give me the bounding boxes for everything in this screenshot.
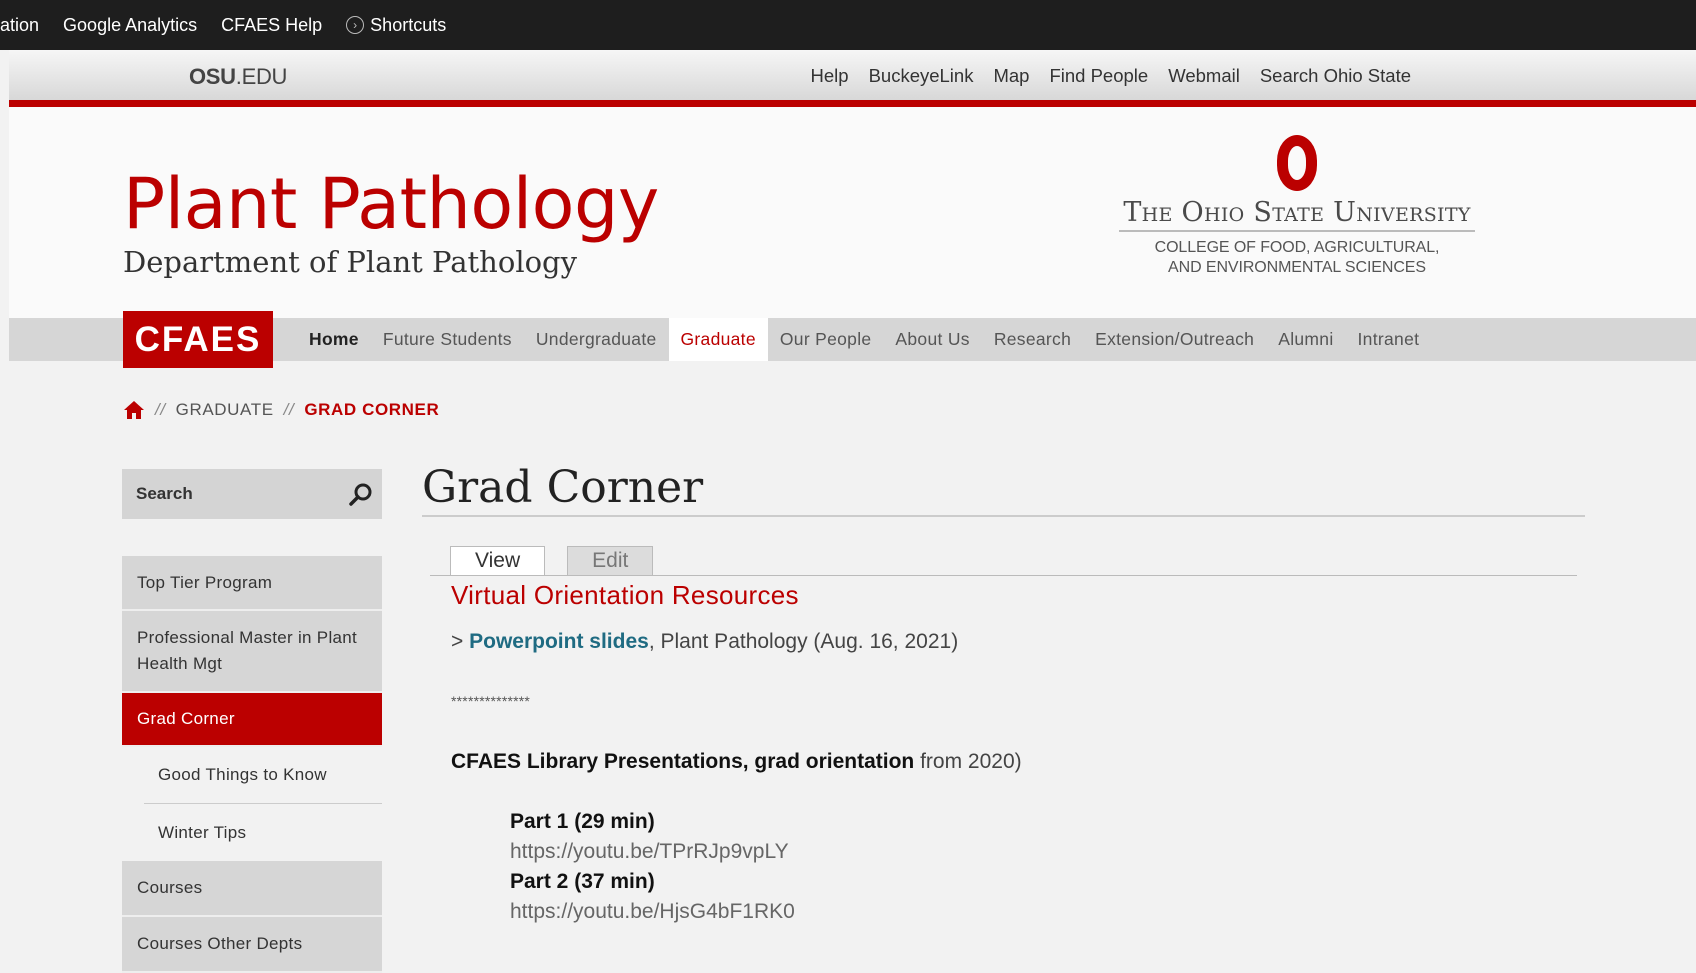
powerpoint-link[interactable]: Powerpoint slides (469, 630, 649, 653)
osu-link-find-people[interactable]: Find People (1049, 65, 1148, 87)
nav-item-extension-outreach[interactable]: Extension/Outreach (1083, 318, 1266, 361)
breadcrumb-separator: // (155, 400, 166, 419)
block-o-icon (1277, 135, 1317, 191)
library-suffix: from 2020) (914, 750, 1022, 773)
pp-prefix: > (451, 630, 470, 653)
sidebar-item-courses[interactable]: Courses (122, 861, 382, 917)
osu-link-map[interactable]: Map (993, 65, 1029, 87)
admin-item-google-analytics[interactable]: Google Analytics (63, 15, 197, 36)
tabs-divider (430, 575, 1577, 576)
osu-link-help[interactable]: Help (811, 65, 849, 87)
part-2-link[interactable]: https://youtu.be/HjsG4bF1RK0 (510, 900, 795, 924)
sidebar-menu: Top Tier Program Professional Master in … (122, 556, 382, 973)
osu-link-buckeyelink[interactable]: BuckeyeLink (869, 65, 974, 87)
view-edit-tabs: View Edit (450, 546, 675, 575)
part-2-label: Part 2 (37 min) (510, 870, 655, 893)
osu-link-search[interactable]: Search Ohio State (1260, 65, 1411, 87)
library-line: CFAES Library Presentations, grad orient… (451, 750, 1022, 774)
part-1-label: Part 1 (29 min) (510, 810, 655, 833)
nav-items: Home Future Students Undergraduate Gradu… (297, 318, 1431, 361)
main-nav: CFAES Home Future Students Undergraduate… (9, 311, 1696, 368)
nav-item-intranet[interactable]: Intranet (1346, 318, 1432, 361)
osu-link-webmail[interactable]: Webmail (1168, 65, 1240, 87)
tab-view[interactable]: View (450, 546, 546, 575)
pp-suffix: , Plant Pathology (Aug. 16, 2021) (648, 630, 959, 653)
search-input[interactable] (134, 483, 338, 505)
site-header: Plant Pathology Department of Plant Path… (9, 107, 1696, 318)
shortcuts-arrow-icon: › (346, 16, 365, 34)
sidebar-search (122, 469, 382, 519)
title-divider (422, 515, 1585, 517)
nav-item-undergraduate[interactable]: Undergraduate (524, 318, 669, 361)
admin-item-shortcuts[interactable]: › Shortcuts (346, 15, 446, 36)
osu-links: Help BuckeyeLink Map Find People Webmail… (791, 65, 1412, 87)
sidebar-item-top-tier-program[interactable]: Top Tier Program (122, 556, 382, 611)
osu-bar: OSU.EDU Help BuckeyeLink Map Find People… (9, 50, 1696, 107)
cfaes-logo[interactable]: CFAES (123, 311, 273, 368)
sidebar-item-professional-master[interactable]: Professional Master in Plant Health Mgt (122, 611, 382, 693)
osu-logo-rest: .EDU (235, 64, 288, 89)
shortcuts-label: Shortcuts (370, 14, 447, 35)
osu-wordmark[interactable]: The Ohio State University College of Foo… (1119, 135, 1475, 278)
nav-item-about-us[interactable]: About Us (883, 318, 981, 361)
admin-toolbar: ation Google Analytics CFAES Help › Shor… (0, 0, 1696, 50)
nav-item-home[interactable]: Home (297, 318, 371, 361)
library-title: CFAES Library Presentations, grad orient… (451, 750, 915, 773)
university-name: The Ohio State University (1123, 197, 1471, 228)
sidebar-item-grad-corner[interactable]: Grad Corner (122, 693, 382, 747)
breadcrumb-separator: // (283, 400, 295, 419)
wordmark-divider (1119, 230, 1475, 232)
part-1-link[interactable]: https://youtu.be/TPrRJp9vpLY (510, 840, 789, 864)
osu-logo-bold: OSU (189, 64, 236, 89)
search-icon[interactable] (348, 481, 374, 507)
college-line-1: College of Food, Agricultural, (1154, 239, 1440, 256)
page-title: Grad Corner (422, 462, 704, 513)
breadcrumb-grad-corner: GRAD CORNER (304, 400, 440, 419)
sidebar-item-winter-tips[interactable]: Winter Tips (144, 804, 382, 861)
section-heading: Virtual Orientation Resources (451, 580, 799, 610)
breadcrumb-graduate[interactable]: GRADUATE (176, 400, 274, 420)
nav-item-future-students[interactable]: Future Students (371, 318, 524, 361)
admin-item-cut[interactable]: ation (0, 15, 39, 36)
powerpoint-line: > Powerpoint slides, Plant Pathology (Au… (451, 630, 958, 654)
nav-item-alumni[interactable]: Alumni (1266, 318, 1345, 361)
sidebar-item-good-things-to-know[interactable]: Good Things to Know (144, 747, 382, 804)
site-subtitle: Department of Plant Pathology (123, 245, 578, 279)
osu-edu-logo[interactable]: OSU.EDU (189, 64, 287, 90)
site-title[interactable]: Plant Pathology (123, 163, 659, 245)
breadcrumb: // GRADUATE // GRAD CORNER (123, 400, 439, 420)
nav-item-our-people[interactable]: Our People (768, 318, 884, 361)
college-line-2: and Environmental Sciences (1168, 259, 1426, 276)
admin-item-cfaes-help[interactable]: CFAES Help (221, 15, 322, 36)
home-icon[interactable] (123, 400, 145, 420)
tab-edit[interactable]: Edit (567, 546, 654, 575)
nav-item-research[interactable]: Research (982, 318, 1083, 361)
nav-item-graduate[interactable]: Graduate (668, 318, 768, 361)
separator-stars: ************** (451, 693, 531, 709)
sidebar-item-courses-other-depts[interactable]: Courses Other Depts (122, 917, 382, 973)
